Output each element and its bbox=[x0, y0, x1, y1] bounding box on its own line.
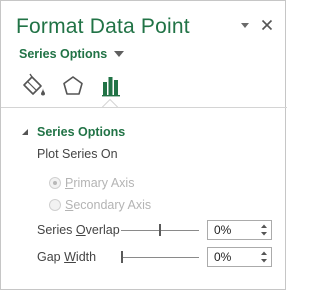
close-pane-button[interactable] bbox=[259, 17, 275, 33]
tab-effects[interactable] bbox=[58, 71, 88, 101]
tab-series-options[interactable] bbox=[97, 71, 127, 101]
series-overlap-label: Series Overlap bbox=[37, 223, 120, 237]
gap-width-slider-track bbox=[121, 257, 199, 258]
secondary-axis-label: Secondary Axis bbox=[65, 198, 152, 212]
gap-width-slider[interactable] bbox=[121, 251, 199, 263]
section-title: Series Options bbox=[37, 125, 126, 139]
series-overlap-slider[interactable] bbox=[121, 224, 199, 236]
series-overlap-spinner bbox=[207, 220, 272, 240]
tab-fill-line[interactable] bbox=[19, 71, 49, 101]
series-overlap-input[interactable] bbox=[208, 221, 256, 239]
gap-width-input[interactable] bbox=[208, 248, 256, 266]
chevron-down-icon bbox=[241, 23, 249, 28]
series-options-menu-label: Series Options bbox=[19, 47, 108, 61]
tabs-divider bbox=[1, 107, 287, 108]
series-overlap-spin-buttons bbox=[259, 222, 269, 238]
gap-width-spin-buttons bbox=[259, 249, 269, 265]
spin-up-icon[interactable] bbox=[259, 249, 269, 257]
series-options-section-header[interactable]: Series Options bbox=[21, 123, 125, 141]
primary-axis-option[interactable]: Primary Axis bbox=[49, 175, 134, 191]
pentagon-icon bbox=[63, 76, 83, 95]
primary-axis-label: Primary Axis bbox=[65, 176, 135, 190]
bar-chart-icon bbox=[102, 77, 120, 97]
series-options-menu[interactable]: Series Options bbox=[19, 45, 125, 63]
paint-bucket-icon bbox=[23, 73, 45, 96]
spin-down-icon[interactable] bbox=[259, 257, 269, 265]
spin-down-icon[interactable] bbox=[259, 230, 269, 238]
gap-width-label: Gap Width bbox=[37, 250, 97, 264]
secondary-axis-radio[interactable] bbox=[49, 199, 61, 211]
pane-title: Format Data Point bbox=[16, 15, 190, 38]
series-overlap-slider-thumb[interactable] bbox=[159, 224, 161, 236]
secondary-axis-option[interactable]: Secondary Axis bbox=[49, 197, 151, 213]
collapse-triangle-icon bbox=[22, 129, 28, 135]
primary-axis-radio[interactable] bbox=[49, 177, 61, 189]
gap-width-slider-thumb[interactable] bbox=[121, 251, 123, 263]
gap-width-spinner bbox=[207, 247, 272, 267]
plot-series-on-label: Plot Series On bbox=[37, 147, 118, 161]
pane-tabs bbox=[1, 71, 287, 105]
dropdown-arrow-icon bbox=[114, 51, 125, 57]
spin-up-icon[interactable] bbox=[259, 222, 269, 230]
format-data-point-pane: Format Data Point Series Options Series … bbox=[0, 0, 287, 290]
close-icon bbox=[261, 19, 273, 31]
pane-options-button[interactable] bbox=[237, 17, 253, 33]
